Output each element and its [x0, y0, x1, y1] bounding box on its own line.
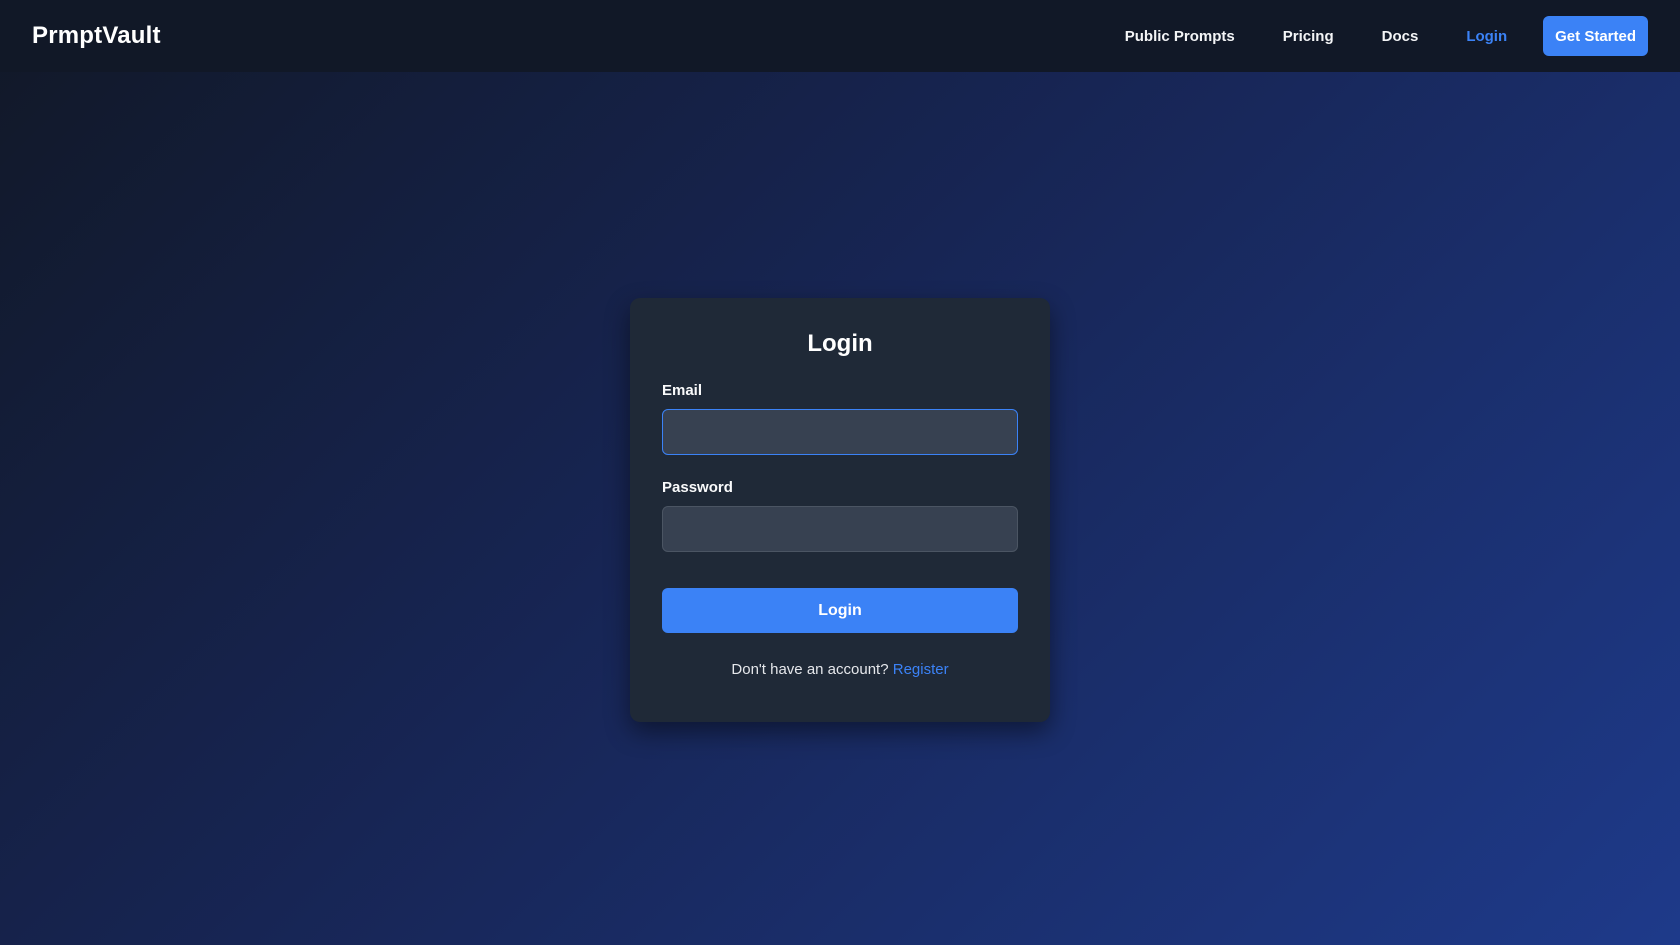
nav-link-pricing[interactable]: Pricing: [1283, 28, 1334, 45]
password-label: Password: [662, 479, 733, 496]
top-navbar: PrmptVault Public Prompts Pricing Docs L…: [0, 0, 1680, 72]
brand-logo[interactable]: PrmptVault: [32, 22, 161, 50]
register-prompt: Don't have an account? Register: [662, 661, 1018, 678]
email-label: Email: [662, 382, 703, 399]
password-field-group: Password: [662, 479, 1018, 552]
password-input[interactable]: [662, 506, 1018, 552]
get-started-button[interactable]: Get Started: [1543, 16, 1648, 56]
register-link[interactable]: Register: [893, 661, 949, 678]
nav-link-public-prompts[interactable]: Public Prompts: [1125, 28, 1235, 45]
login-title: Login: [807, 330, 873, 357]
nav-link-docs[interactable]: Docs: [1382, 28, 1419, 45]
login-card: Login Email Password Login Don't have an…: [630, 298, 1050, 722]
nav-link-login[interactable]: Login: [1466, 28, 1507, 45]
email-field-group: Email: [662, 382, 1018, 455]
register-prompt-text: Don't have an account?: [731, 661, 889, 678]
email-input[interactable]: [662, 409, 1018, 455]
login-submit-button[interactable]: Login: [662, 588, 1018, 633]
nav-links: Public Prompts Pricing Docs Login Get St…: [1077, 16, 1648, 56]
